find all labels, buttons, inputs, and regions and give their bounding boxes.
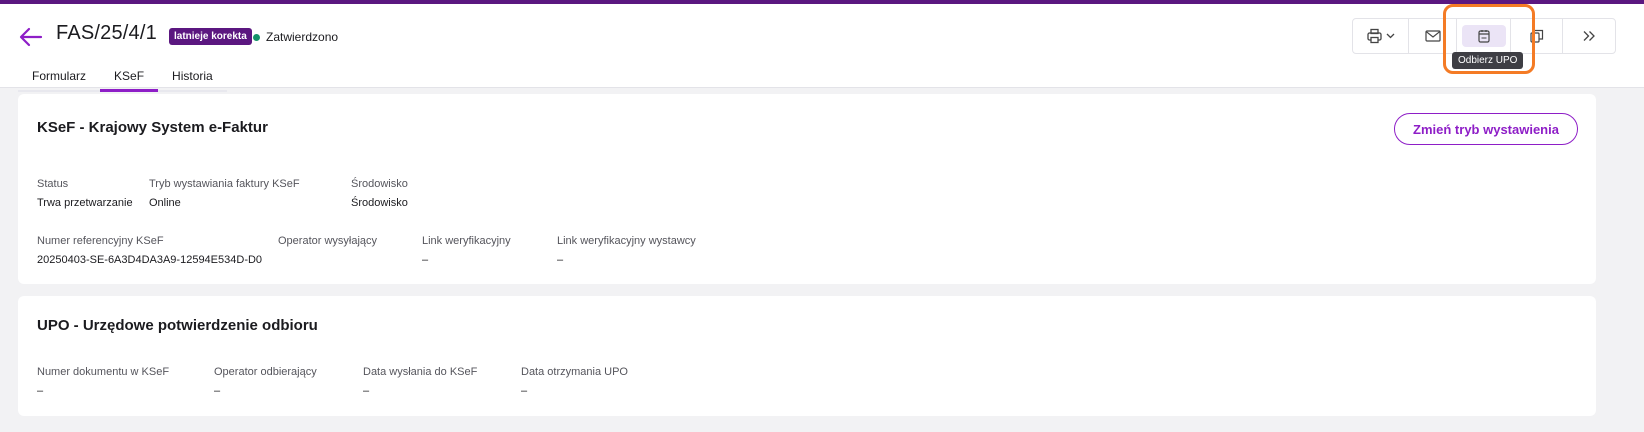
field-environment: Środowisko Środowisko	[351, 178, 408, 209]
tab-historia[interactable]: Historia	[158, 66, 227, 92]
print-button[interactable]	[1353, 19, 1409, 53]
change-issue-mode-button[interactable]: Zmień tryb wystawienia	[1394, 113, 1578, 145]
field-value: –	[37, 385, 44, 397]
field-reference-number: Numer referencyjny KSeF 20250403-SE-6A3D…	[37, 235, 262, 266]
upo-card: UPO - Urzędowe potwierdzenie odbioru Num…	[18, 296, 1596, 416]
page-title: FAS/25/4/1	[56, 22, 157, 44]
mail-icon	[1424, 30, 1441, 42]
field-label: Data otrzymania UPO	[521, 366, 628, 378]
field-receiving-operator: Operator odbierający –	[214, 366, 317, 397]
printer-icon	[1366, 28, 1394, 44]
field-value: Online	[149, 197, 181, 209]
field-ksef-document-number: Numer dokumentu w KSeF –	[37, 366, 169, 397]
field-value: 20250403-SE-6A3D4DA3A9-12594E534D-D0	[37, 254, 263, 266]
action-toolbar	[1352, 18, 1616, 54]
copy-icon	[1529, 29, 1543, 43]
field-issuer-verification-link: Link weryfikacyjny wystawcy –	[557, 235, 696, 266]
field-value: –	[214, 385, 221, 397]
field-label: Status	[37, 178, 69, 190]
field-label: Tryb wystawiania faktury KSeF	[149, 178, 300, 190]
field-upo-received-date: Data otrzymania UPO –	[521, 366, 628, 397]
field-value: Środowisko	[351, 197, 408, 209]
chevrons-right-icon	[1583, 31, 1595, 41]
copy-button[interactable]	[1511, 19, 1563, 53]
field-status: Status Trwa przetwarzanie	[37, 178, 133, 209]
field-sent-date: Data wysłania do KSeF –	[363, 366, 477, 397]
more-actions-button[interactable]	[1563, 19, 1615, 53]
field-value: –	[557, 254, 564, 266]
field-label: Link weryfikacyjny wystawcy	[557, 235, 696, 247]
upo-download-icon	[1477, 30, 1490, 43]
tab-ksef[interactable]: KSeF	[100, 66, 159, 92]
correction-badge: latnieje korekta	[169, 28, 252, 45]
receive-upo-tooltip: Odbierz UPO	[1452, 52, 1524, 69]
ksef-card-title: KSeF - Krajowy System e-Faktur	[37, 119, 268, 136]
mail-button[interactable]	[1409, 19, 1457, 53]
field-value: –	[422, 254, 429, 266]
upo-card-title: UPO - Urzędowe potwierdzenie odbioru	[37, 317, 318, 334]
field-issue-mode: Tryb wystawiania faktury KSeF Online	[149, 178, 300, 209]
field-verification-link: Link weryfikacyjny –	[422, 235, 511, 266]
tab-bar: Formularz KSeF Historia	[18, 66, 227, 92]
field-value: –	[521, 385, 528, 397]
field-label: Numer dokumentu w KSeF	[37, 366, 170, 378]
field-value: –	[363, 385, 370, 397]
status-text: Zatwierdzono	[266, 30, 339, 44]
field-label: Link weryfikacyjny	[422, 235, 511, 247]
page-header: FAS/25/4/1 latnieje korekta Zatwierdzono…	[0, 4, 1644, 92]
field-value: Trwa przetwarzanie	[37, 197, 133, 209]
field-sending-operator: Operator wysyłający	[278, 235, 377, 254]
receive-upo-button[interactable]	[1457, 19, 1511, 53]
upo-button-highlight	[1461, 25, 1506, 47]
field-label: Środowisko	[351, 178, 408, 190]
tab-formularz[interactable]: Formularz	[18, 66, 101, 92]
field-label: Operator odbierający	[214, 366, 317, 378]
field-label: Data wysłania do KSeF	[363, 366, 478, 378]
arrow-left-icon[interactable]	[18, 24, 44, 50]
field-label: Numer referencyjny KSeF	[37, 235, 164, 247]
field-label: Operator wysyłający	[278, 235, 378, 247]
status-dot-icon	[253, 34, 260, 41]
ksef-card: KSeF - Krajowy System e-Faktur Zmień try…	[18, 94, 1596, 284]
